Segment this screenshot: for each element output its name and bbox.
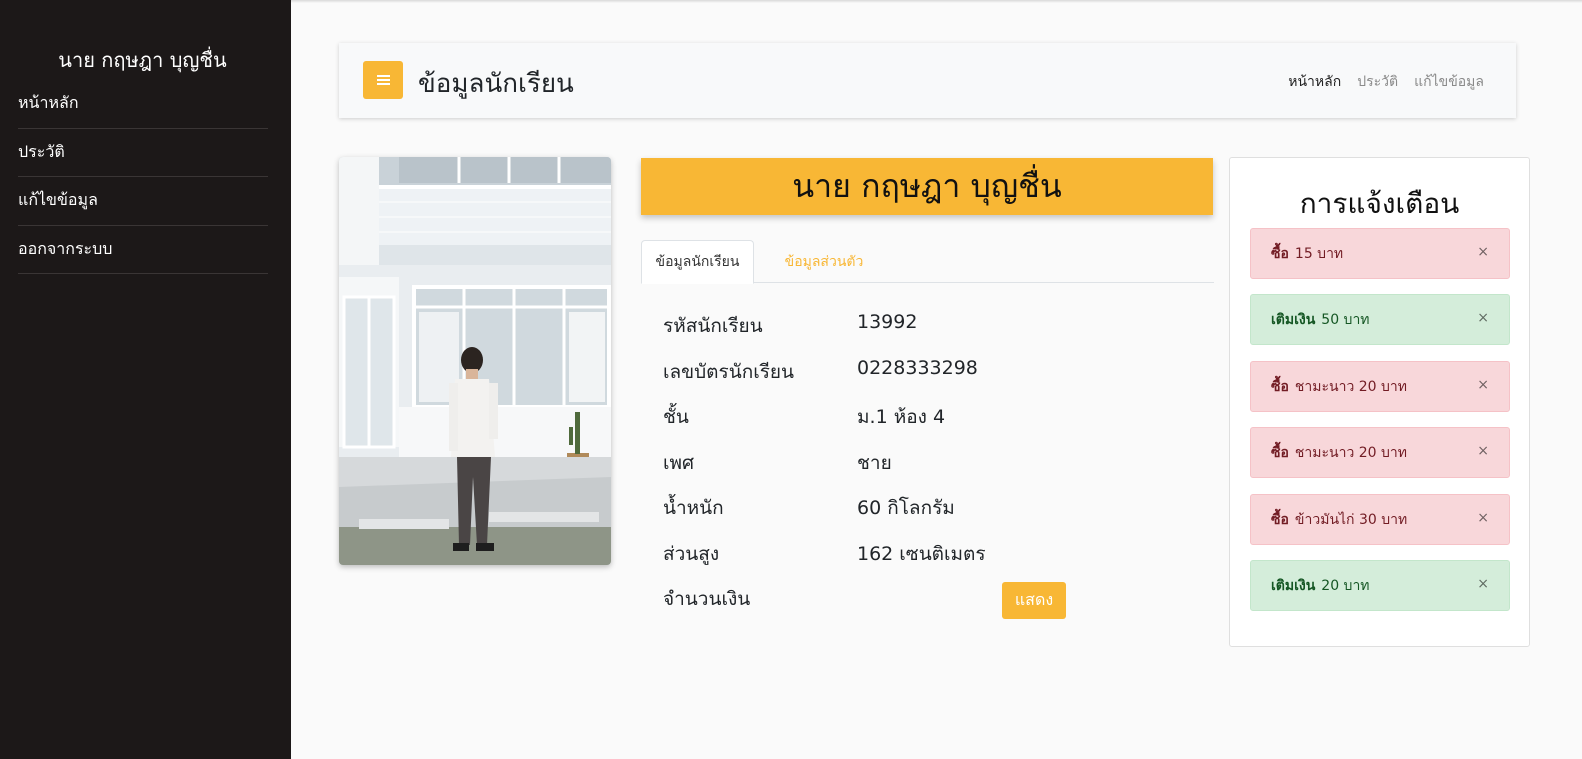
notification-keyword: เติมเงิน (1271, 577, 1316, 594)
notification-text: 50 บาท (1321, 311, 1370, 328)
notifications-title: การแจ้งเตือน (1299, 187, 1460, 220)
top-shadow (291, 0, 1582, 3)
page-header: ข้อมูลนักเรียน หน้าหลัก ประวัติ แก้ไขข้อ… (339, 43, 1516, 118)
close-icon[interactable]: × (1477, 244, 1489, 260)
sidebar-item-home[interactable]: หน้าหลัก (18, 80, 268, 129)
student-photo-image (339, 157, 611, 565)
close-icon[interactable]: × (1477, 576, 1489, 592)
notification-keyword: ซื้อ (1271, 245, 1289, 262)
close-icon[interactable]: × (1477, 377, 1489, 393)
field-value-card-number: 0228333298 (857, 357, 978, 379)
tab-student-info[interactable]: ข้อมูลนักเรียน (641, 240, 754, 284)
profile-tabs: ข้อมูลนักเรียน ข้อมูลส่วนตัว (641, 240, 1214, 284)
sidebar-item-history[interactable]: ประวัติ (18, 129, 268, 177)
notification-keyword: ซื้อ (1271, 511, 1289, 528)
field-label-height: ส่วนสูง (663, 543, 720, 565)
notification-keyword: ซื้อ (1271, 378, 1289, 395)
show-balance-button[interactable]: แสดง (1002, 582, 1066, 619)
sidebar-nav: หน้าหลัก ประวัติ แก้ไขข้อมูล ออกจากระบบ (18, 80, 268, 274)
notification-item: เติมเงิน 20 บาท × (1250, 560, 1510, 611)
field-label-balance: จำนวนเงิน (663, 588, 751, 610)
nav-link-home[interactable]: หน้าหลัก (1288, 71, 1341, 93)
field-value-height: 162 เซนติเมตร (857, 543, 986, 565)
notification-item: ซื้อ ชามะนาว 20 บาท × (1250, 427, 1510, 478)
student-name-banner: นาย กฤษฎา บุญชื่น (641, 158, 1213, 215)
close-icon[interactable]: × (1477, 510, 1489, 526)
sidebar-item-logout[interactable]: ออกจากระบบ (18, 226, 268, 274)
sidebar: นาย กฤษฎา บุญชื่น หน้าหลัก ประวัติ แก้ไข… (0, 0, 291, 759)
tab-personal-info[interactable]: ข้อมูลส่วนตัว (769, 240, 879, 284)
notification-item: ซื้อ ข้าวมันไก่ 30 บาท × (1250, 494, 1510, 545)
notification-keyword: ซื้อ (1271, 444, 1289, 461)
field-value-weight: 60 กิโลกรัม (857, 497, 955, 519)
notification-item: ซื้อ ชามะนาว 20 บาท × (1250, 361, 1510, 412)
header-nav: หน้าหลัก ประวัติ แก้ไขข้อมูล (1288, 71, 1484, 93)
student-photo (339, 157, 611, 565)
field-value-student-id: 13992 (857, 311, 918, 333)
page-title: ข้อมูลนักเรียน (418, 69, 574, 99)
field-label-gender: เพศ (663, 452, 695, 474)
sidebar-user-name: นาย กฤษฎา บุญชื่น (58, 48, 227, 72)
field-label-weight: น้ำหนัก (663, 497, 724, 519)
notification-text: ชามะนาว 20 บาท (1294, 444, 1408, 461)
field-value-gender: ชาย (857, 452, 892, 474)
menu-toggle-button[interactable] (363, 61, 403, 99)
notification-text: ชามะนาว 20 บาท (1294, 378, 1408, 395)
notification-keyword: เติมเงิน (1271, 311, 1316, 328)
close-icon[interactable]: × (1477, 443, 1489, 459)
notification-text: ข้าวมันไก่ 30 บาท (1294, 511, 1408, 528)
notification-item: ซื้อ 15 บาท × (1250, 228, 1510, 279)
notifications-panel: การแจ้งเตือน ซื้อ 15 บาท × เติมเงิน 50 บ… (1229, 157, 1530, 647)
nav-link-edit[interactable]: แก้ไขข้อมูล (1414, 71, 1484, 93)
notification-text: 15 บาท (1294, 245, 1344, 262)
sidebar-item-edit[interactable]: แก้ไขข้อมูล (18, 177, 268, 226)
close-icon[interactable]: × (1477, 310, 1489, 326)
field-value-class: ม.1 ห้อง 4 (857, 406, 946, 428)
field-label-class: ชั้น (663, 406, 689, 428)
field-label-student-id: รหัสนักเรียน (663, 315, 763, 337)
nav-link-history[interactable]: ประวัติ (1357, 71, 1398, 93)
notification-text: 20 บาท (1321, 577, 1370, 594)
field-label-card-number: เลขบัตรนักเรียน (663, 361, 795, 383)
hamburger-icon (376, 75, 390, 85)
notification-item: เติมเงิน 50 บาท × (1250, 294, 1510, 345)
